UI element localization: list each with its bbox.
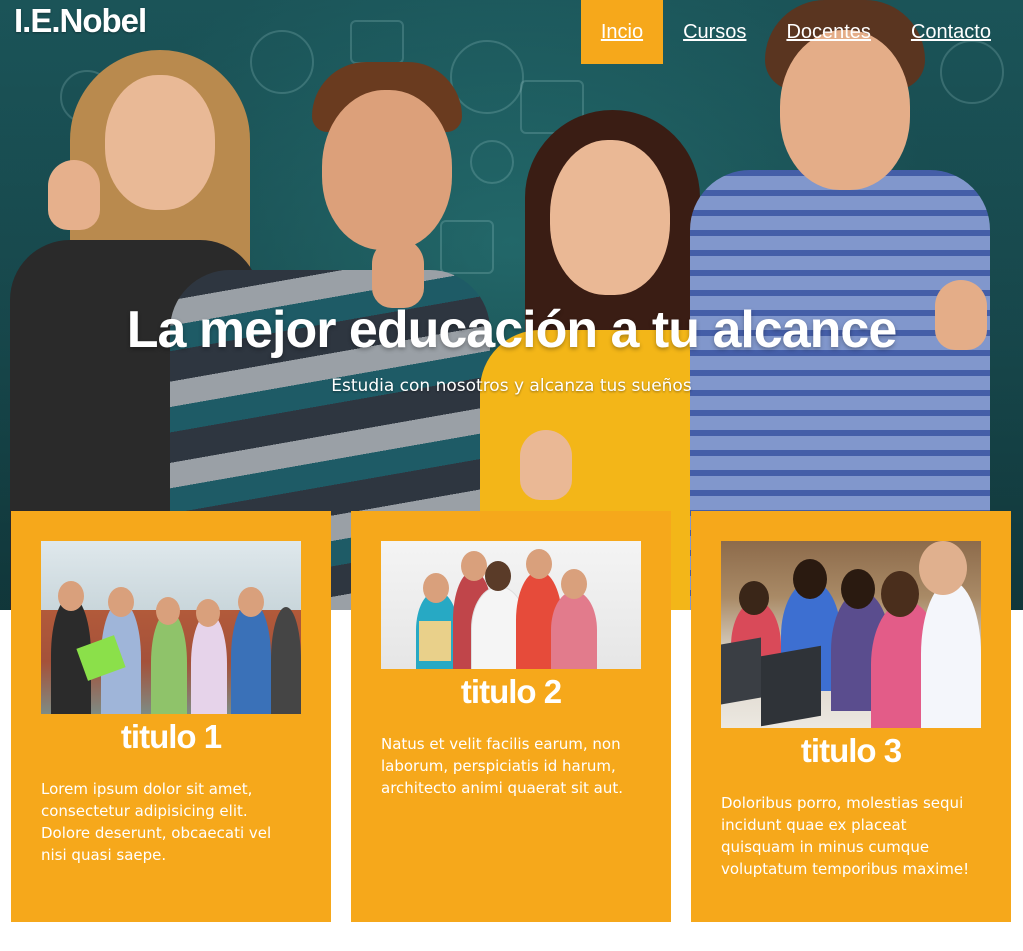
- nav-item-contacto[interactable]: Contacto: [891, 0, 1011, 64]
- card-photo-students-outdoor: [41, 541, 301, 714]
- nav-item-cursos[interactable]: Cursos: [663, 0, 766, 64]
- card-title: titulo 3: [800, 732, 902, 769]
- nav-item-docentes[interactable]: Docentes: [766, 0, 891, 64]
- site-logo[interactable]: I.E.Nobel: [14, 2, 147, 40]
- doodle-decoration: [450, 40, 524, 114]
- card-title: titulo 2: [460, 673, 562, 710]
- card-title: titulo 1: [120, 718, 222, 755]
- course-card: titulo 1 Lorem ipsum dolor sit amet, con…: [11, 511, 331, 922]
- main-navigation: Incio Cursos Docentes Contacto: [580, 0, 1011, 64]
- nav-item-inicio[interactable]: Incio: [580, 0, 664, 64]
- course-card: titulo 3 Doloribus porro, molestias sequ…: [691, 511, 1011, 922]
- course-card: titulo 2 Natus et velit facilis earum, n…: [351, 511, 671, 922]
- card-text: Doloribus porro, molestias sequi incidun…: [721, 794, 970, 878]
- card-text: Natus et velit facilis earum, non laboru…: [381, 735, 623, 797]
- doodle-decoration: [250, 30, 314, 94]
- doodle-decoration: [440, 220, 494, 274]
- card-text: Lorem ipsum dolor sit amet, consectetur …: [41, 780, 272, 864]
- doodle-decoration: [350, 20, 404, 64]
- hero-title: La mejor educación a tu alcance: [126, 301, 898, 359]
- hero-subtitle: Estudia con nosotros y alcanza tus sueño…: [331, 376, 692, 396]
- card-photo-computer-lab: [721, 541, 981, 728]
- card-photo-students-group: [381, 541, 641, 669]
- doodle-decoration: [470, 140, 514, 184]
